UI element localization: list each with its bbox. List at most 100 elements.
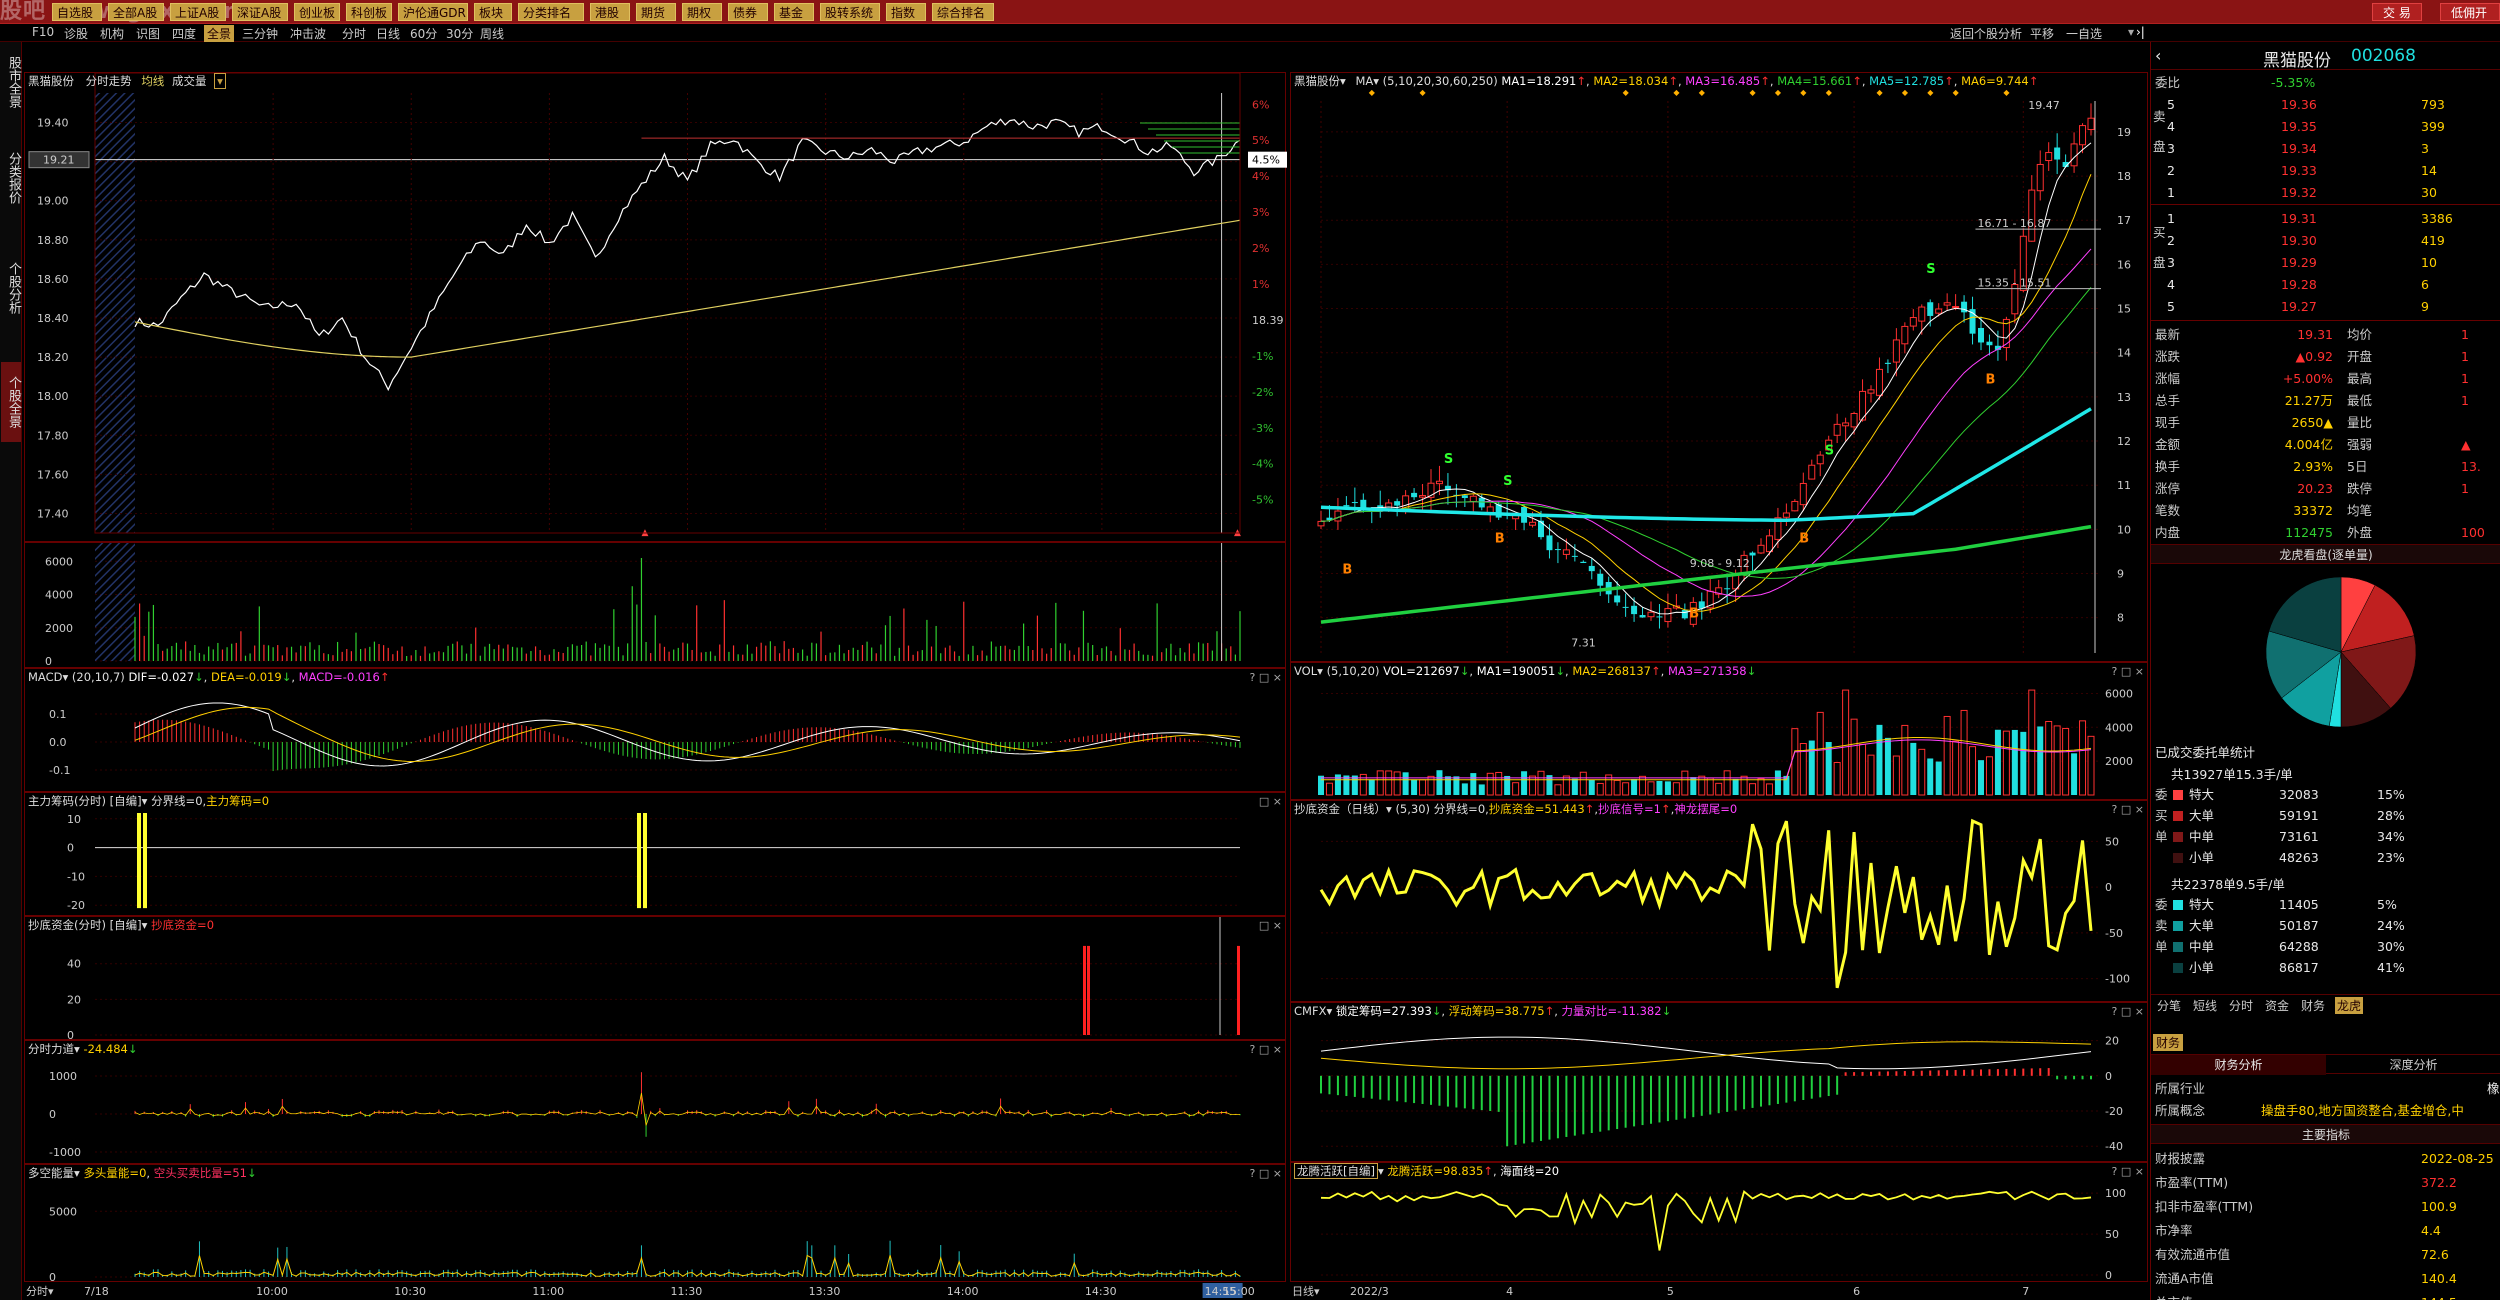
panel-controls[interactable]: ? □ × [2112,1163,2144,1180]
toolbar-item[interactable]: F10 [32,25,54,39]
cmfx-panel: CMFX▾ 锁定筹码=27.393↓, 浮动筹码=38.775↑, 力量对比=-… [1290,1002,2148,1162]
info-tab[interactable]: 龙虎 [2335,997,2364,1014]
category-button[interactable]: 分类排名 [518,3,584,21]
dropdown-icon[interactable]: ▾ [214,73,226,89]
side-tab-stock-overview[interactable]: 个股全景 [1,362,21,442]
deal-count: 48263 [2279,850,2319,865]
ask-row[interactable]: 2 19.33 14 [2151,160,2500,182]
category-button[interactable]: 上证A股 [170,3,226,21]
toolbar-item[interactable]: 日线 [376,25,400,42]
side-tab-market[interactable]: 股市全景 [1,46,21,118]
macd-intraday-panel: MACD▾ (20,10,7) DIF=-0.027↓, DEA=-0.019↓… [24,668,1286,792]
info-tab[interactable]: 财务 [2299,997,2327,1014]
deep-analysis-tab[interactable]: 深度分析 [2326,1055,2500,1075]
panel-controls[interactable]: □ × [1259,917,1282,934]
toolbar-item[interactable]: 机构 [100,25,124,42]
category-button[interactable]: 债券 [728,3,768,21]
finance-tab[interactable]: 财务 [2153,1034,2184,1051]
back-icon[interactable]: ‹ [2155,46,2161,65]
category-button[interactable]: 板块 [474,3,512,21]
category-button[interactable]: 深证A股 [232,3,288,21]
toolbar-item[interactable]: 30分 [446,25,473,42]
legend-swatch [2173,900,2183,910]
candle-body [1529,521,1537,526]
bid-row[interactable]: 1 19.31 3386 [2151,208,2500,230]
bid-row[interactable]: 3 19.29 10 [2151,252,2500,274]
category-button[interactable]: 创业板 [294,3,340,21]
category-button[interactable]: 期货 [636,3,676,21]
category-button[interactable]: 股转系统 [820,3,880,21]
category-button[interactable]: 沪伦通GDR [398,3,468,21]
panel-controls[interactable]: ? □ × [2112,801,2144,818]
period-button[interactable]: 分时▾ [26,1283,54,1299]
order-pie-chart [2265,576,2417,728]
ask-row[interactable]: 4 19.35 399 [2151,116,2500,138]
side-tab-category[interactable]: 分类报价 [1,142,21,214]
category-button[interactable]: 港股 [590,3,630,21]
vol-bar [1732,778,1739,795]
toolbar-item[interactable]: 周线 [480,25,504,42]
ask-row[interactable]: 3 19.34 3 [2151,138,2500,160]
side-tab-stock-analysis[interactable]: 个股分析 [1,252,21,324]
category-button[interactable]: 指数 [886,3,926,21]
open-account-button[interactable]: 低佣开户 [2440,3,2500,38]
indicator-name[interactable]: MACD [28,670,62,684]
collapse-icon[interactable]: ›| [2136,25,2145,39]
pct-tick: 5% [1252,134,1269,147]
toolbar-item[interactable]: 识图 [136,25,160,42]
vol-bar [1385,770,1393,796]
panel-controls[interactable]: ? □ × [1250,669,1282,686]
info-tab[interactable]: 分时 [2227,997,2255,1014]
vol-bar [1825,741,1832,795]
panel-controls[interactable]: ? □ × [2112,1003,2144,1020]
chip-bar [643,813,647,909]
bid-row[interactable]: 5 19.27 9 [2151,296,2500,318]
trade-button[interactable]: 交 易 [2372,3,2422,21]
info-tab[interactable]: 资金 [2263,997,2291,1014]
toolbar-right-item[interactable]: 平移 [2030,25,2054,42]
toolbar-item[interactable]: 诊股 [64,25,88,42]
bid-volume: 9 [2421,299,2429,314]
price-tick: 17.40 [37,507,69,520]
divider [2151,320,2500,321]
pct-tick: 1% [1252,278,1269,291]
category-button[interactable]: 期权 [682,3,722,21]
time-label: 11:30 [671,1285,703,1298]
toolbar-item[interactable]: 三分钟 [242,25,278,42]
vol-bar [1715,782,1723,796]
side-label: 卖 [2155,918,2168,933]
toolbar-right-item[interactable]: 返回个股分析 [1950,25,2022,42]
buy-total: 共13927单15.3手/单 [2171,767,2293,782]
dropdown-icon[interactable]: ▾ [2128,25,2134,39]
toolbar-item[interactable]: 全景 [204,25,235,42]
fin-analysis-tab[interactable]: 财务分析 [2151,1055,2326,1075]
bid-row[interactable]: 4 19.28 6 [2151,274,2500,296]
category-button[interactable]: 基金 [774,3,814,21]
quote-row: 涨跌 ▲0.92 开盘 1 [2151,346,2500,368]
category-button[interactable]: 科创板 [346,3,392,21]
side-label: 委 [2155,897,2168,912]
panel-controls[interactable]: ? □ × [2112,663,2144,680]
panel-controls[interactable]: □ × [1259,793,1282,810]
toolbar-item[interactable]: 60分 [410,25,437,42]
toolbar-item[interactable]: 四度 [172,25,196,42]
market-category-bar: 股吧 www.guxer.cn 自选股全部A股上证A股深证A股创业板科创板沪伦通… [0,0,2500,38]
panel-controls[interactable]: ? □ × [1250,1165,1282,1182]
info-tab[interactable]: 分笔 [2155,997,2183,1014]
bid-row[interactable]: 2 19.30 419 [2151,230,2500,252]
toolbar-item[interactable]: 冲击波 [290,25,326,42]
fin-row: 市净率 4.4 [2151,1220,2500,1242]
category-button[interactable]: 自选股 [52,3,102,21]
vol-bar [2028,689,2036,796]
category-button[interactable]: 全部A股 [108,3,164,21]
category-button[interactable]: 综合排名 [932,3,994,21]
toolbar-item[interactable]: 分时 [342,25,366,42]
ask-row[interactable]: 5 19.36 793 [2151,94,2500,116]
toolbar-right-item[interactable]: 一自选 [2066,25,2102,42]
ask-row[interactable]: 1 19.32 30 [2151,182,2500,204]
bid-level: 5 [2167,299,2175,314]
panel-controls[interactable]: ? □ × [1250,1041,1282,1058]
candle-body [1546,535,1553,551]
period-button-daily[interactable]: 日线▾ [1292,1283,1320,1299]
info-tab[interactable]: 短线 [2191,997,2219,1014]
